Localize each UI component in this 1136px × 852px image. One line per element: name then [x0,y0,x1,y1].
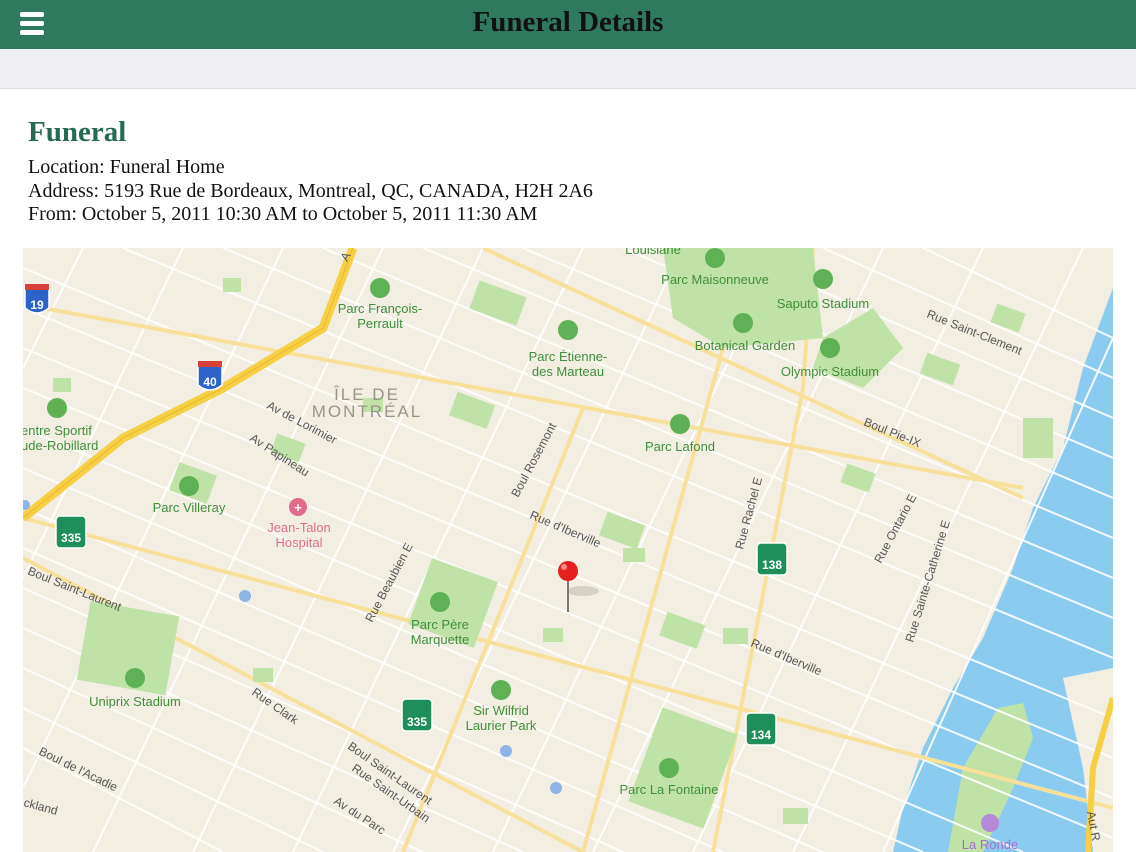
label-parc-villeray: Parc Villeray [153,500,226,515]
top-bar: Funeral Details [0,0,1136,49]
label-la-fontaine: Parc La Fontaine [619,782,718,797]
label-francois-2: Perrault [357,316,403,331]
label-parc-lafond: Parc Lafond [645,439,715,454]
sub-toolbar [0,49,1136,89]
svg-text:138: 138 [762,558,782,572]
location-line: Location: Funeral Home [28,156,225,178]
route-138-shield: 138 [756,542,788,576]
route-134-shield: 134 [745,712,777,746]
label-parc-maisonneuve: Parc Maisonneuve [661,272,769,287]
label-hospital-1: Jean-Talon [267,520,331,535]
address-line: Address: 5193 Rue de Bordeaux, Montreal,… [28,180,593,202]
svg-text:335: 335 [407,715,427,729]
label-saputo: Saputo Stadium [777,296,870,311]
label-sir-wilfrid-1: Sir Wilfrid [473,703,529,718]
label-uniprix: Uniprix Stadium [89,694,181,709]
label-francois-1: Parc François- [338,301,423,316]
label-etienne-2: des Marteau [532,364,604,379]
time-line: From: October 5, 2011 10:30 AM to Octobe… [28,203,538,225]
page-title: Funeral Details [472,6,664,38]
label-louisiane: Louisiane [625,248,681,257]
event-heading: Funeral [28,116,127,148]
label-botanical: Botanical Garden [695,338,795,353]
island-label-line2: MONTRÉAL [312,402,422,421]
label-sir-wilfrid-2: Laurier Park [466,718,537,733]
label-pere-marquette-2: Marquette [411,632,470,647]
label-hospital-2: Hospital [276,535,323,550]
svg-text:19: 19 [30,298,44,312]
label-olympic: Olympic Stadium [781,364,879,379]
svg-text:40: 40 [203,375,217,389]
label-la-ronde: La Ronde [962,837,1018,852]
route-335-shield-b: 335 [401,698,433,732]
map-view[interactable]: + 19 40 335 335 138 134 ÎLE DE MONTRÉAL [23,248,1113,852]
label-centre-sportif-1: entre Sportif [23,423,92,438]
svg-text:335: 335 [61,531,81,545]
svg-text:134: 134 [751,728,771,742]
label-etienne-1: Parc Étienne- [529,349,608,364]
highway-19-shield: 19 [24,284,50,314]
label-centre-sportif-2: ude-Robillard [23,438,98,453]
svg-text:+: + [294,500,302,515]
label-pere-marquette-1: Parc Père [411,617,469,632]
highway-40-shield: 40 [197,361,223,391]
route-335-shield-a: 335 [55,515,87,549]
